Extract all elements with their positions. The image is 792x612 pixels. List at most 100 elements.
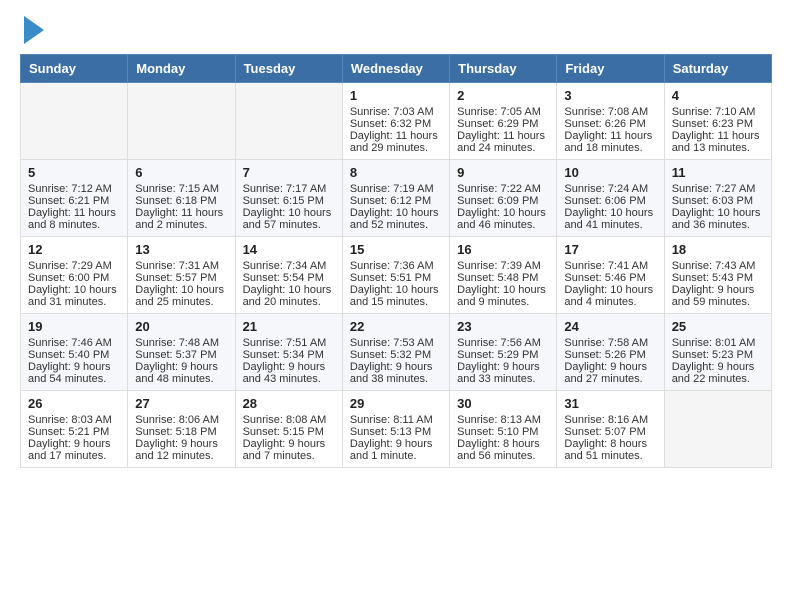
- sunset-text: Sunset: 6:15 PM: [243, 195, 335, 207]
- day-number: 9: [457, 165, 549, 180]
- calendar-header-row: SundayMondayTuesdayWednesdayThursdayFrid…: [21, 55, 772, 83]
- day-number: 1: [350, 88, 442, 103]
- day-number: 23: [457, 319, 549, 334]
- day-number: 12: [28, 242, 120, 257]
- sunrise-text: Sunrise: 7:51 AM: [243, 337, 335, 349]
- day-number: 19: [28, 319, 120, 334]
- calendar-table: SundayMondayTuesdayWednesdayThursdayFrid…: [20, 54, 772, 468]
- sunrise-text: Sunrise: 7:08 AM: [564, 106, 656, 118]
- sunset-text: Sunset: 5:07 PM: [564, 426, 656, 438]
- header-day-thursday: Thursday: [450, 55, 557, 83]
- header-day-wednesday: Wednesday: [342, 55, 449, 83]
- day-number: 26: [28, 396, 120, 411]
- calendar-cell: 11Sunrise: 7:27 AMSunset: 6:03 PMDayligh…: [664, 160, 771, 237]
- calendar-cell: 21Sunrise: 7:51 AMSunset: 5:34 PMDayligh…: [235, 314, 342, 391]
- calendar-cell: [21, 83, 128, 160]
- calendar-cell: [128, 83, 235, 160]
- sunset-text: Sunset: 6:26 PM: [564, 118, 656, 130]
- calendar-cell: 28Sunrise: 8:08 AMSunset: 5:15 PMDayligh…: [235, 391, 342, 468]
- day-number: 31: [564, 396, 656, 411]
- daylight-text: Daylight: 10 hours and 41 minutes.: [564, 207, 656, 231]
- sunrise-text: Sunrise: 7:24 AM: [564, 183, 656, 195]
- sunrise-text: Sunrise: 8:16 AM: [564, 414, 656, 426]
- day-number: 10: [564, 165, 656, 180]
- sunset-text: Sunset: 5:10 PM: [457, 426, 549, 438]
- calendar-cell: 3Sunrise: 7:08 AMSunset: 6:26 PMDaylight…: [557, 83, 664, 160]
- day-number: 21: [243, 319, 335, 334]
- daylight-text: Daylight: 9 hours and 48 minutes.: [135, 361, 227, 385]
- sunset-text: Sunset: 6:03 PM: [672, 195, 764, 207]
- daylight-text: Daylight: 11 hours and 13 minutes.: [672, 130, 764, 154]
- calendar-week-row: 5Sunrise: 7:12 AMSunset: 6:21 PMDaylight…: [21, 160, 772, 237]
- header-day-tuesday: Tuesday: [235, 55, 342, 83]
- sunrise-text: Sunrise: 7:58 AM: [564, 337, 656, 349]
- sunset-text: Sunset: 6:29 PM: [457, 118, 549, 130]
- sunrise-text: Sunrise: 7:05 AM: [457, 106, 549, 118]
- sunset-text: Sunset: 6:21 PM: [28, 195, 120, 207]
- calendar-cell: 15Sunrise: 7:36 AMSunset: 5:51 PMDayligh…: [342, 237, 449, 314]
- calendar-cell: 10Sunrise: 7:24 AMSunset: 6:06 PMDayligh…: [557, 160, 664, 237]
- daylight-text: Daylight: 10 hours and 15 minutes.: [350, 284, 442, 308]
- calendar-cell: 22Sunrise: 7:53 AMSunset: 5:32 PMDayligh…: [342, 314, 449, 391]
- calendar-cell: 5Sunrise: 7:12 AMSunset: 6:21 PMDaylight…: [21, 160, 128, 237]
- calendar-cell: 18Sunrise: 7:43 AMSunset: 5:43 PMDayligh…: [664, 237, 771, 314]
- sunrise-text: Sunrise: 7:29 AM: [28, 260, 120, 272]
- calendar-cell: 7Sunrise: 7:17 AMSunset: 6:15 PMDaylight…: [235, 160, 342, 237]
- day-number: 17: [564, 242, 656, 257]
- day-number: 3: [564, 88, 656, 103]
- calendar-cell: 9Sunrise: 7:22 AMSunset: 6:09 PMDaylight…: [450, 160, 557, 237]
- calendar-cell: 25Sunrise: 8:01 AMSunset: 5:23 PMDayligh…: [664, 314, 771, 391]
- daylight-text: Daylight: 10 hours and 52 minutes.: [350, 207, 442, 231]
- sunrise-text: Sunrise: 7:56 AM: [457, 337, 549, 349]
- sunset-text: Sunset: 5:37 PM: [135, 349, 227, 361]
- day-number: 29: [350, 396, 442, 411]
- daylight-text: Daylight: 10 hours and 25 minutes.: [135, 284, 227, 308]
- sunrise-text: Sunrise: 7:39 AM: [457, 260, 549, 272]
- calendar-week-row: 1Sunrise: 7:03 AMSunset: 6:32 PMDaylight…: [21, 83, 772, 160]
- sunrise-text: Sunrise: 8:03 AM: [28, 414, 120, 426]
- page-header: [20, 20, 772, 44]
- daylight-text: Daylight: 9 hours and 43 minutes.: [243, 361, 335, 385]
- daylight-text: Daylight: 9 hours and 12 minutes.: [135, 438, 227, 462]
- daylight-text: Daylight: 9 hours and 17 minutes.: [28, 438, 120, 462]
- day-number: 28: [243, 396, 335, 411]
- calendar-cell: 17Sunrise: 7:41 AMSunset: 5:46 PMDayligh…: [557, 237, 664, 314]
- calendar-cell: 30Sunrise: 8:13 AMSunset: 5:10 PMDayligh…: [450, 391, 557, 468]
- day-number: 5: [28, 165, 120, 180]
- daylight-text: Daylight: 9 hours and 54 minutes.: [28, 361, 120, 385]
- calendar-week-row: 12Sunrise: 7:29 AMSunset: 6:00 PMDayligh…: [21, 237, 772, 314]
- sunset-text: Sunset: 6:09 PM: [457, 195, 549, 207]
- day-number: 24: [564, 319, 656, 334]
- calendar-cell: 13Sunrise: 7:31 AMSunset: 5:57 PMDayligh…: [128, 237, 235, 314]
- daylight-text: Daylight: 8 hours and 51 minutes.: [564, 438, 656, 462]
- sunset-text: Sunset: 5:26 PM: [564, 349, 656, 361]
- daylight-text: Daylight: 11 hours and 2 minutes.: [135, 207, 227, 231]
- daylight-text: Daylight: 10 hours and 20 minutes.: [243, 284, 335, 308]
- daylight-text: Daylight: 11 hours and 29 minutes.: [350, 130, 442, 154]
- header-day-saturday: Saturday: [664, 55, 771, 83]
- sunrise-text: Sunrise: 7:15 AM: [135, 183, 227, 195]
- calendar-cell: 4Sunrise: 7:10 AMSunset: 6:23 PMDaylight…: [664, 83, 771, 160]
- daylight-text: Daylight: 9 hours and 38 minutes.: [350, 361, 442, 385]
- daylight-text: Daylight: 11 hours and 24 minutes.: [457, 130, 549, 154]
- day-number: 27: [135, 396, 227, 411]
- day-number: 15: [350, 242, 442, 257]
- daylight-text: Daylight: 9 hours and 33 minutes.: [457, 361, 549, 385]
- day-number: 16: [457, 242, 549, 257]
- daylight-text: Daylight: 9 hours and 22 minutes.: [672, 361, 764, 385]
- day-number: 8: [350, 165, 442, 180]
- day-number: 30: [457, 396, 549, 411]
- day-number: 2: [457, 88, 549, 103]
- sunset-text: Sunset: 6:12 PM: [350, 195, 442, 207]
- sunset-text: Sunset: 5:21 PM: [28, 426, 120, 438]
- daylight-text: Daylight: 9 hours and 7 minutes.: [243, 438, 335, 462]
- daylight-text: Daylight: 10 hours and 4 minutes.: [564, 284, 656, 308]
- calendar-cell: 12Sunrise: 7:29 AMSunset: 6:00 PMDayligh…: [21, 237, 128, 314]
- day-number: 20: [135, 319, 227, 334]
- day-number: 25: [672, 319, 764, 334]
- daylight-text: Daylight: 9 hours and 1 minute.: [350, 438, 442, 462]
- calendar-cell: 31 Sunrise: 8:16 AMSunset: 5:07 PMDayligh…: [557, 391, 664, 468]
- daylight-text: Daylight: 10 hours and 46 minutes.: [457, 207, 549, 231]
- sunset-text: Sunset: 5:54 PM: [243, 272, 335, 284]
- calendar-cell: 29Sunrise: 8:11 AMSunset: 5:13 PMDayligh…: [342, 391, 449, 468]
